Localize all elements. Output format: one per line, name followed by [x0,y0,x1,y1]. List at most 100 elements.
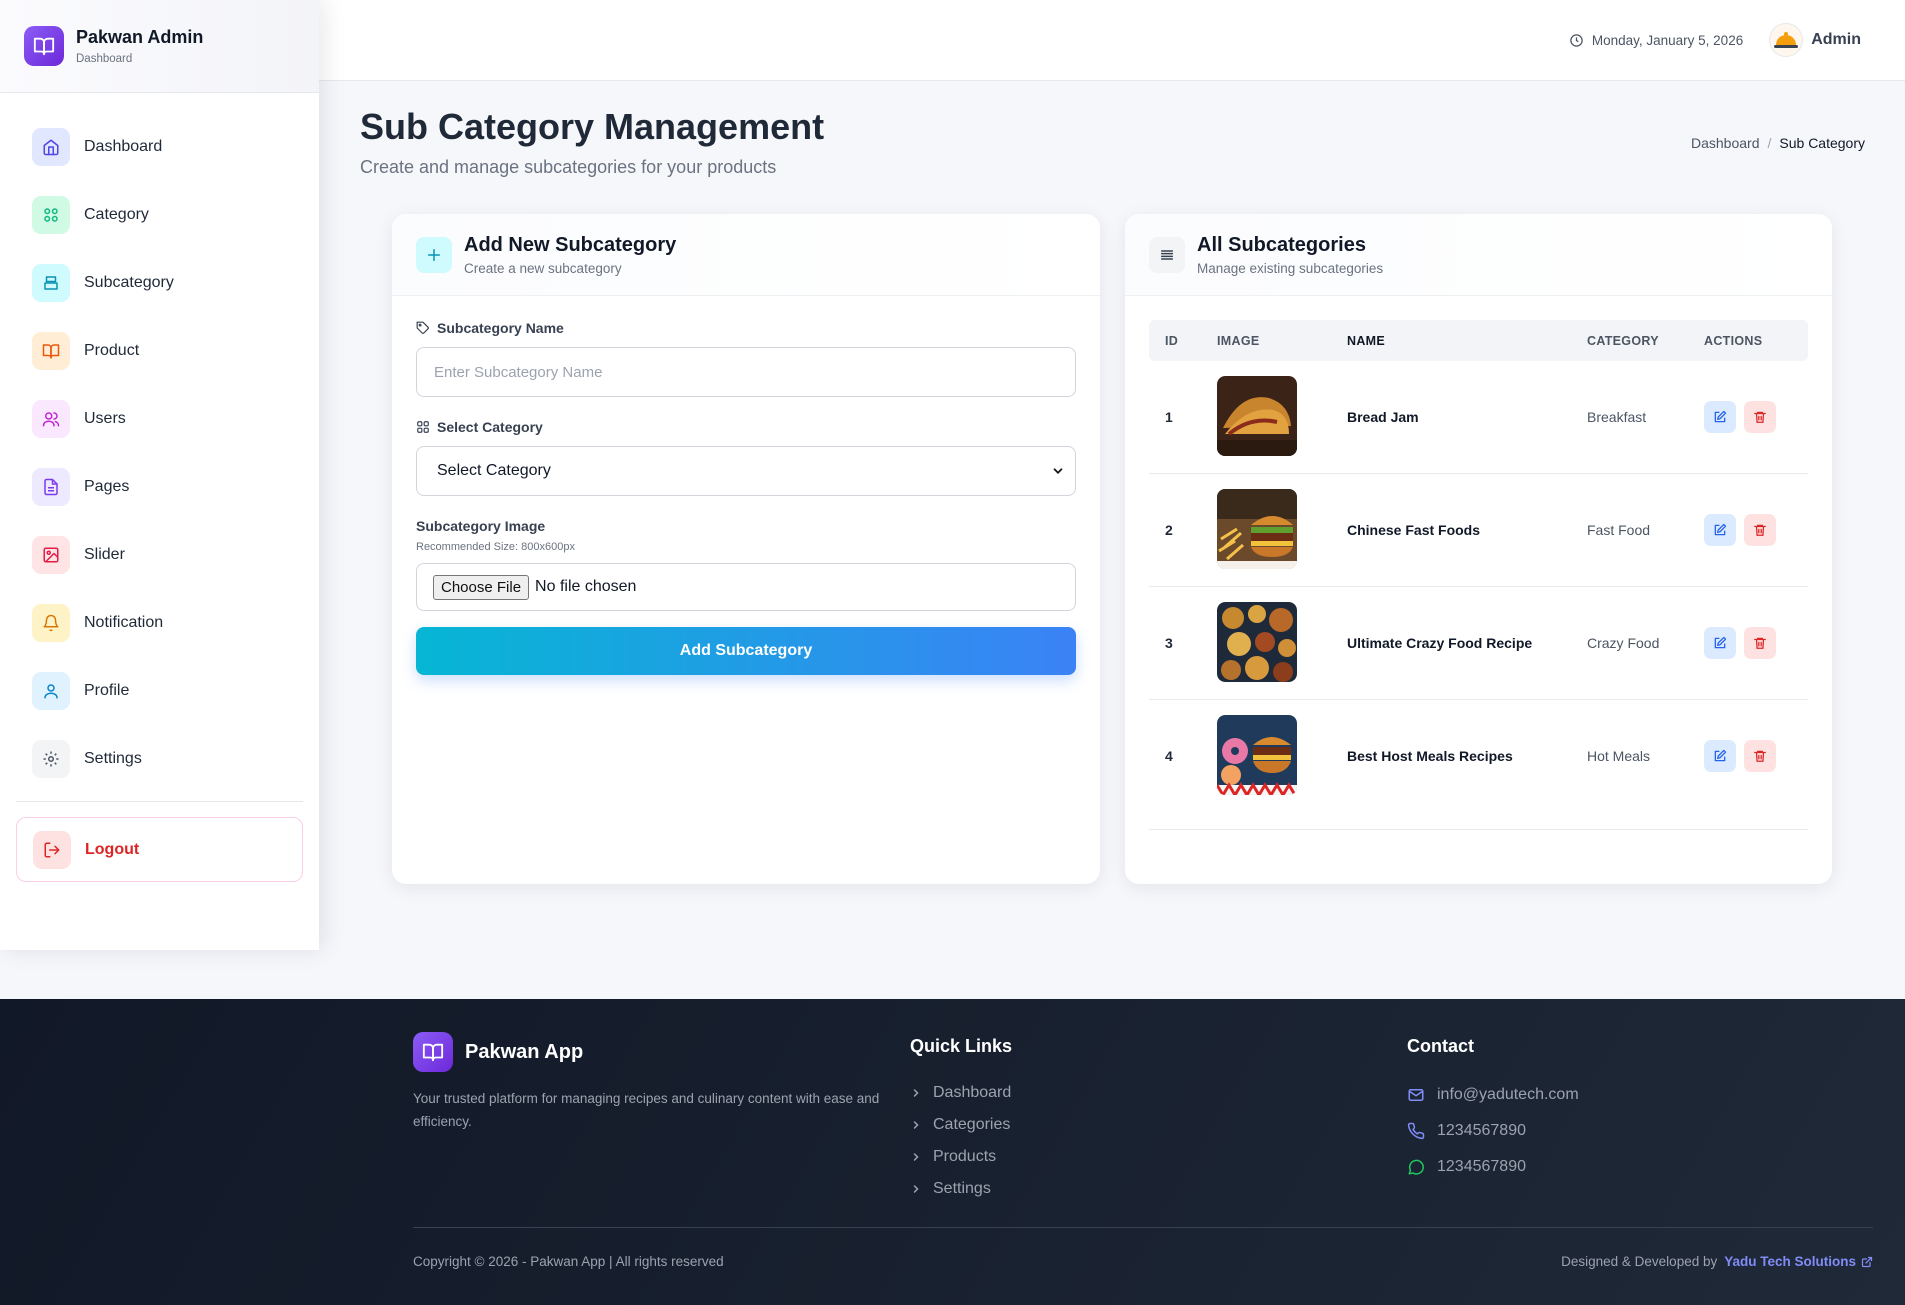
contact-email-text: info@yadutech.com [1437,1086,1579,1103]
sidebar-item-settings[interactable]: Settings [0,725,319,793]
sidebar-item-label: Product [84,342,140,359]
delete-button[interactable] [1744,627,1776,659]
sidebar-item-subcategory[interactable]: Subcategory [0,249,319,317]
breadcrumb-current: Sub Category [1779,135,1865,151]
contact-email[interactable]: info@yadutech.com [1407,1077,1579,1113]
edit-button[interactable] [1704,627,1736,659]
contact-whatsapp[interactable]: 1234567890 [1407,1149,1579,1185]
user-icon [32,672,70,710]
delete-button[interactable] [1744,514,1776,546]
add-subcategory-card: Add New Subcategory Create a new subcate… [392,214,1100,884]
home-icon [32,128,70,166]
logout-label: Logout [85,840,140,858]
company-link[interactable]: Yadu Tech Solutions [1724,1254,1856,1269]
file-icon [32,468,70,506]
sidebar-item-dashboard[interactable]: Dashboard [0,113,319,181]
breadcrumb-dashboard[interactable]: Dashboard [1691,135,1760,151]
name-label: Subcategory Name [416,320,1076,336]
chevron-right-icon [913,1153,919,1161]
contact-phone-text: 1234567890 [1437,1122,1526,1139]
phone-icon [1407,1122,1425,1140]
thumbnail-cell [1217,375,1347,459]
sidebar-item-category[interactable]: Category [0,181,319,249]
footer-link-settings[interactable]: Settings [910,1173,1012,1205]
footer-link-categories[interactable]: Categories [910,1109,1012,1141]
sidebar-item-pages[interactable]: Pages [0,453,319,521]
trash-icon [1754,411,1766,423]
card-subtitle: Create a new subcategory [464,260,622,276]
row-name: Chinese Fast Foods [1347,522,1481,538]
edit-button[interactable] [1704,514,1736,546]
designed-by-text: Designed & Developed by [1561,1254,1718,1269]
sidebar-item-notification[interactable]: Notification [0,589,319,657]
table-row: 2 Chinese Fast Foods Fast Food [1149,474,1808,587]
card-header: All Subcategories Manage existing subcat… [1125,214,1832,296]
row-category: Crazy Food [1587,635,1660,651]
edit-button[interactable] [1704,740,1736,772]
name-label-text: Subcategory Name [437,320,564,336]
avatar[interactable] [1769,23,1804,57]
tag-icon [416,321,429,334]
card-title: Add New Subcategory [464,233,677,256]
trash-icon [1754,750,1766,762]
sidebar-item-label: Profile [84,682,130,699]
users-icon [32,400,70,438]
clock-icon [1570,33,1583,47]
row-name: Ultimate Crazy Food Recipe [1347,635,1533,651]
delete-button[interactable] [1744,401,1776,433]
sidebar-item-label: Notification [84,614,164,631]
image-hint: Recommended Size: 800x600px [416,541,575,553]
list-icon [1149,236,1185,273]
sidebar-item-label: Subcategory [84,274,174,291]
footer-link-dashboard[interactable]: Dashboard [910,1077,1012,1109]
image-label: Subcategory Image [416,518,546,534]
footer-link-label: Dashboard [933,1084,1012,1101]
image-icon [32,536,70,574]
table-row: 4 Best Host Meals Recipes Hot Meals [1149,700,1808,830]
breadcrumb-separator: / [1767,135,1772,151]
sidebar-item-product[interactable]: Product [0,317,319,385]
brand-title: Pakwan Admin [76,27,204,47]
image-file-input[interactable]: Choose File No file chosen [416,563,1076,611]
whatsapp-icon [1408,1159,1424,1175]
row-actions [1704,401,1776,433]
thumbnail-cell [1217,601,1347,685]
category-select[interactable]: Select Category [416,446,1076,496]
row-id: 2 [1165,522,1173,538]
footer-link-products[interactable]: Products [910,1141,1012,1173]
thumbnail-cell [1217,488,1347,572]
topbar: Monday, January 5, 2026 Admin [319,0,1905,81]
footer-link-label: Products [933,1148,997,1165]
column-header: CATEGORY [1587,333,1659,348]
table-row: 3 Ultimate Crazy Food Recipe Crazy Food [1149,587,1808,700]
contact-phone[interactable]: 1234567890 [1407,1113,1579,1149]
chevron-right-icon [913,1089,919,1097]
category-select-value: Select Category [437,462,551,479]
logout-button[interactable]: Logout [16,817,303,882]
sidebar-item-label: Category [84,206,149,223]
sidebar-item-profile[interactable]: Profile [0,657,319,725]
delete-button[interactable] [1744,740,1776,772]
crazy-food-thumbnail [1217,601,1297,682]
chevron-right-icon [913,1185,919,1193]
edit-button[interactable] [1704,401,1736,433]
subcategory-name-input[interactable]: Enter Subcategory Name [416,347,1076,397]
chef-avatar-icon [1774,32,1799,48]
chevron-right-icon [913,1121,919,1129]
page-title: Sub Category Management [360,106,825,147]
sidebar-item-users[interactable]: Users [0,385,319,453]
footer-link-label: Settings [933,1180,991,1197]
row-category: Fast Food [1587,522,1651,538]
sidebar-item-slider[interactable]: Slider [0,521,319,589]
row-id: 4 [1165,748,1173,764]
sidebar-item-label: Users [84,410,126,427]
user-name[interactable]: Admin [1811,31,1861,49]
brand[interactable]: Pakwan Admin Dashboard [0,0,319,93]
brand-subtitle: Dashboard [76,53,133,65]
copyright: Copyright © 2026 - Pakwan App | All righ… [413,1254,724,1269]
add-subcategory-button[interactable]: Add Subcategory [416,627,1076,675]
category-label: Select Category [416,419,1076,435]
footer-brand-title: Pakwan App [465,1040,584,1063]
choose-file-button[interactable]: Choose File [433,574,530,600]
layers-icon [32,264,70,302]
